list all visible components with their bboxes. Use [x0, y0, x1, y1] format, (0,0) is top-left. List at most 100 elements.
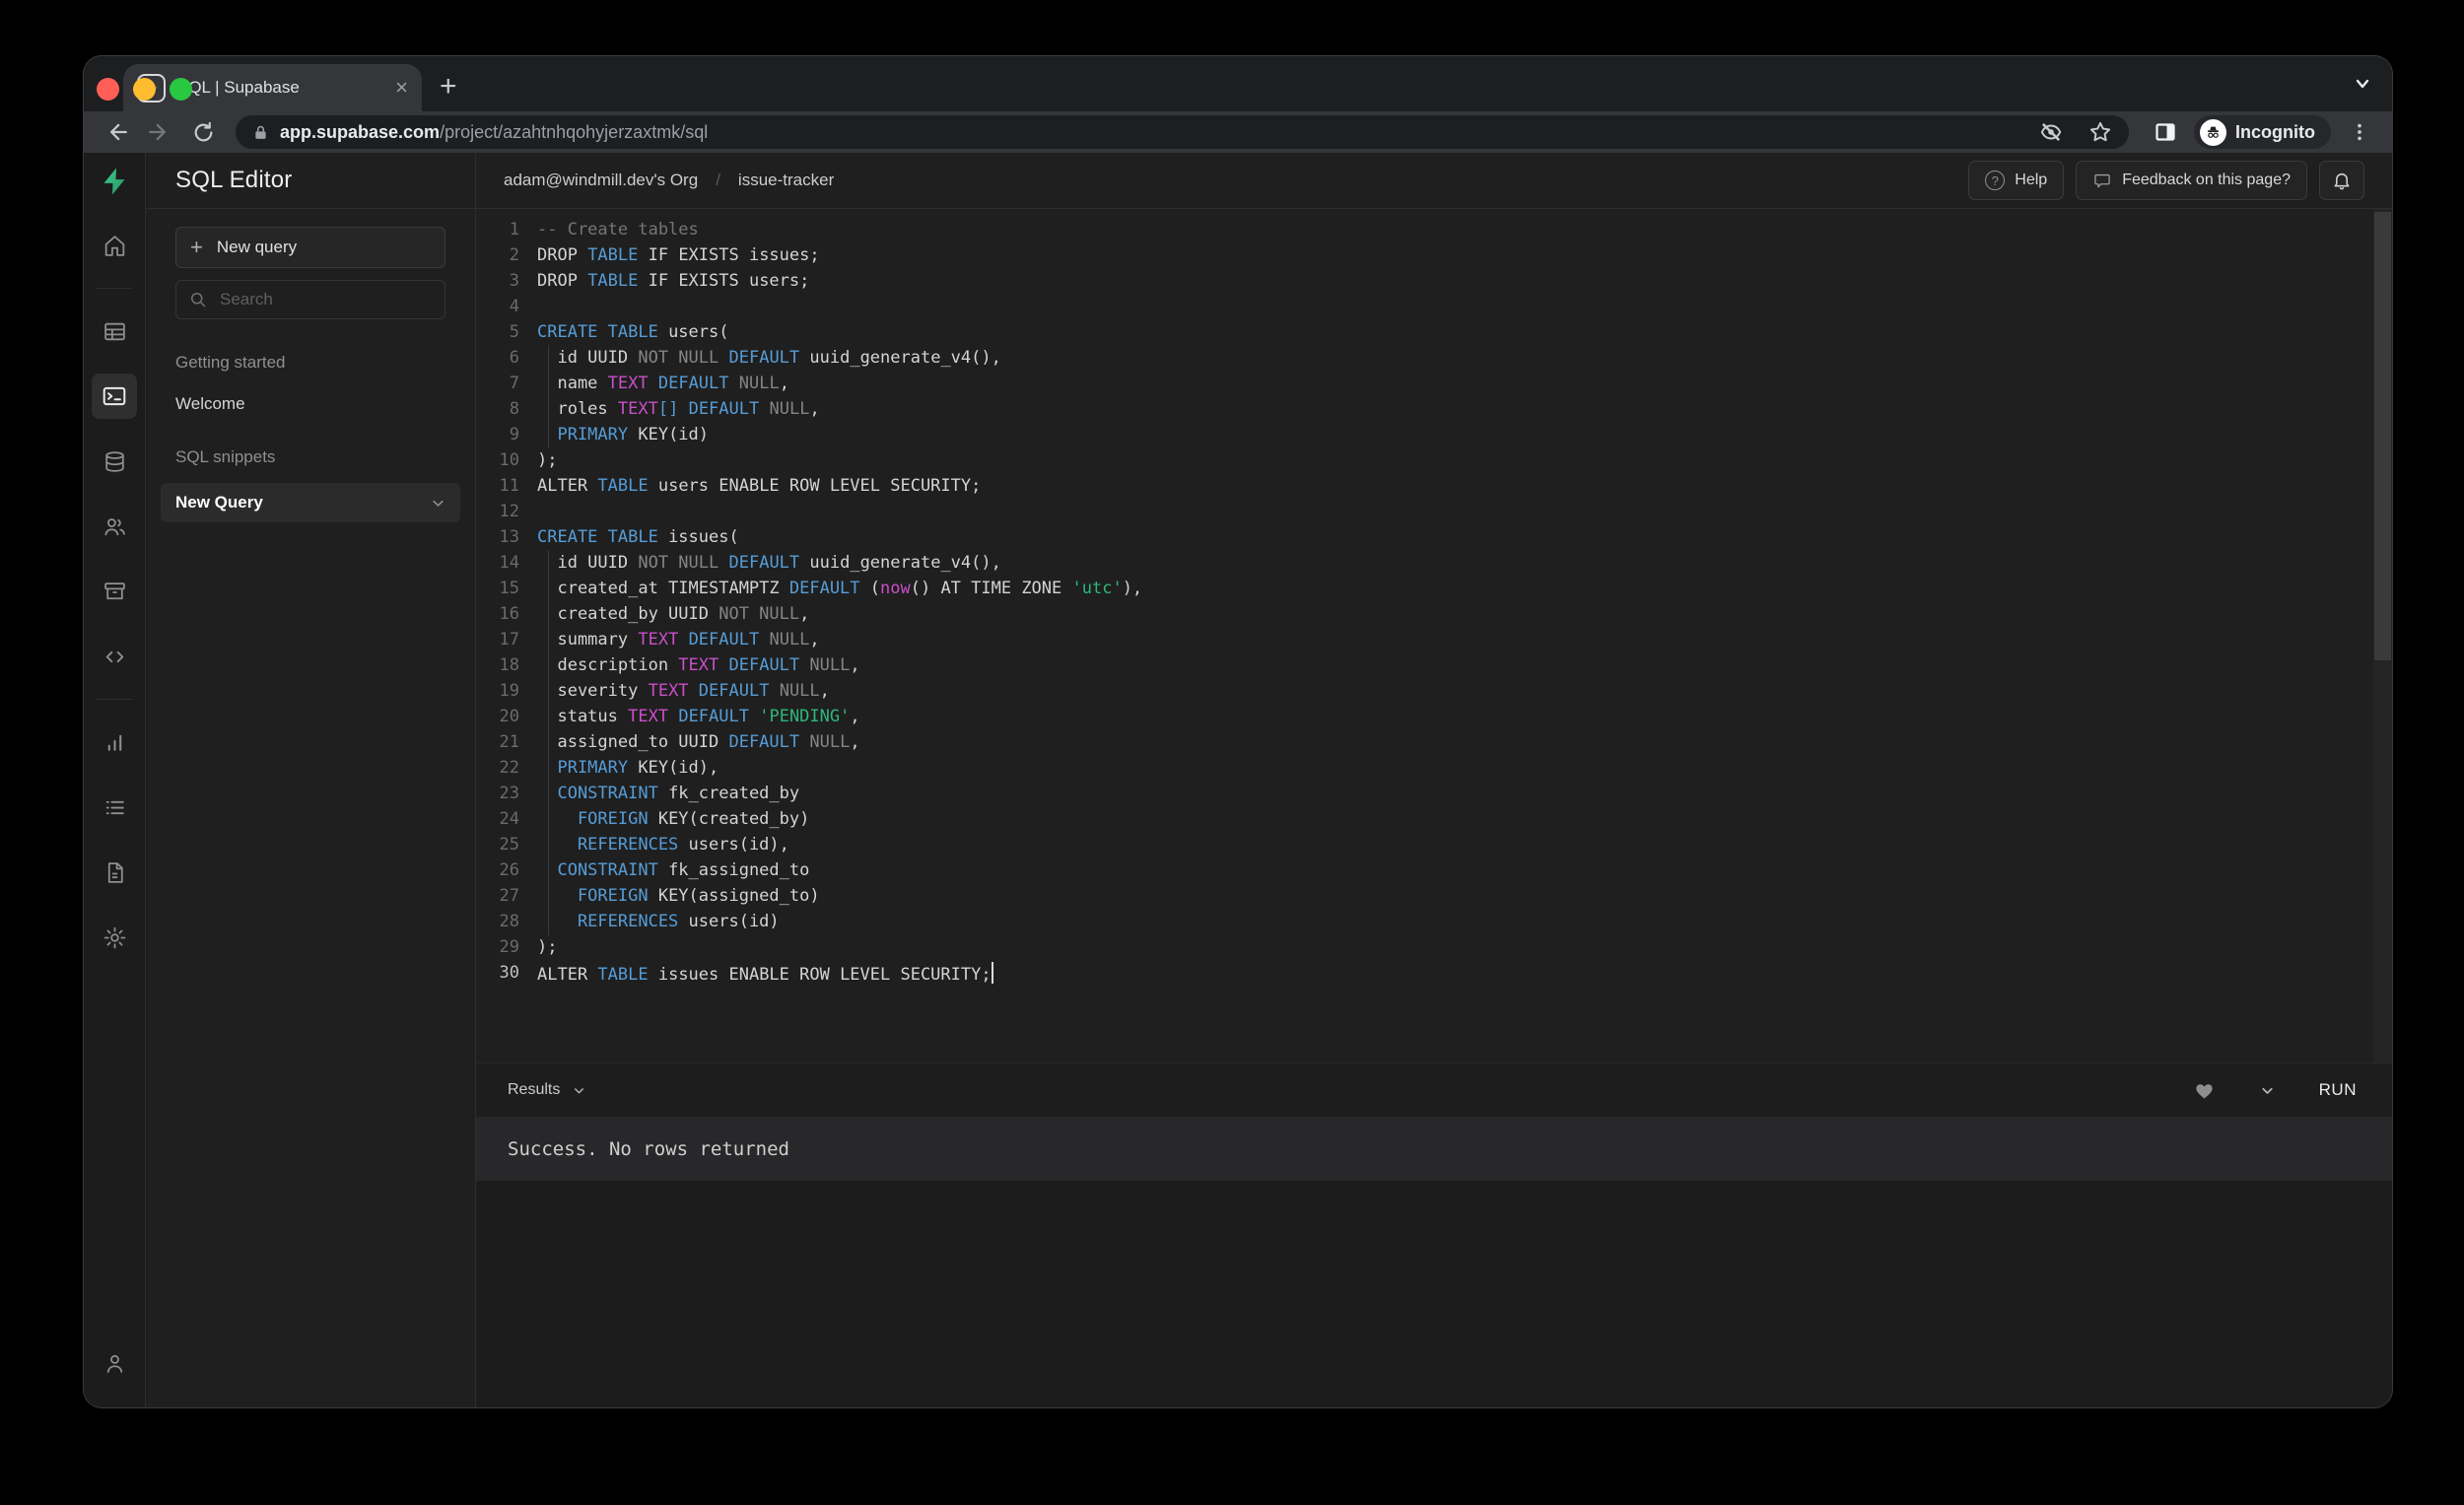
- url-text: app.supabase.com/project/azahtnhqohyjerz…: [280, 122, 708, 143]
- supabase-logo[interactable]: [84, 153, 145, 209]
- code-line[interactable]: 8 roles TEXT[] DEFAULT NULL,: [476, 396, 2392, 422]
- code-line[interactable]: 26 CONSTRAINT fk_assigned_to: [476, 857, 2392, 883]
- address-bar[interactable]: app.supabase.com/project/azahtnhqohyjerz…: [236, 115, 2129, 149]
- tab-search-chevron-icon[interactable]: [2353, 76, 2372, 92]
- side-panel-icon[interactable]: [2147, 113, 2184, 151]
- line-number: 3: [476, 271, 519, 291]
- line-number: 24: [476, 809, 519, 829]
- code-line[interactable]: 4: [476, 294, 2392, 319]
- forward-button[interactable]: [141, 113, 178, 151]
- storage-icon[interactable]: [92, 569, 137, 614]
- auth-users-icon[interactable]: [92, 504, 137, 549]
- code-line[interactable]: 15 created_at TIMESTAMPTZ DEFAULT (now()…: [476, 576, 2392, 601]
- code-line[interactable]: 1-- Create tables: [476, 217, 2392, 242]
- help-button[interactable]: ? Help: [1968, 161, 2064, 200]
- line-content: summary TEXT DEFAULT NULL,: [537, 630, 820, 650]
- code-line[interactable]: 29);: [476, 934, 2392, 960]
- editor-scrollbar[interactable]: [2373, 209, 2392, 1062]
- breadcrumb-org[interactable]: adam@windmill.dev's Org: [504, 171, 698, 190]
- code-line[interactable]: 27 FOREIGN KEY(assigned_to): [476, 883, 2392, 909]
- code-line[interactable]: 18 description TEXT DEFAULT NULL,: [476, 652, 2392, 678]
- search-box[interactable]: [175, 280, 445, 319]
- new-tab-button[interactable]: +: [440, 70, 457, 103]
- settings-gear-icon[interactable]: [92, 915, 137, 960]
- code-line[interactable]: 11ALTER TABLE users ENABLE ROW LEVEL SEC…: [476, 473, 2392, 499]
- line-content: ALTER TABLE users ENABLE ROW LEVEL SECUR…: [537, 476, 981, 496]
- eye-off-icon[interactable]: [2038, 119, 2064, 145]
- section-label-sql-snippets: SQL snippets: [175, 447, 445, 467]
- line-number: 21: [476, 732, 519, 752]
- notifications-button[interactable]: [2319, 161, 2364, 200]
- chevron-down-icon: [572, 1083, 586, 1098]
- minimize-window-button[interactable]: [133, 78, 156, 101]
- search-input[interactable]: [220, 290, 417, 309]
- code-line[interactable]: 25 REFERENCES users(id),: [476, 832, 2392, 857]
- code-line[interactable]: 24 FOREIGN KEY(created_by): [476, 806, 2392, 832]
- code-line[interactable]: 13CREATE TABLE issues(: [476, 524, 2392, 550]
- sql-editor-icon[interactable]: [92, 374, 137, 419]
- tab-close-icon[interactable]: ×: [395, 77, 408, 99]
- line-content: PRIMARY KEY(id),: [537, 758, 719, 778]
- close-window-button[interactable]: [97, 78, 119, 101]
- home-icon[interactable]: [92, 223, 137, 268]
- docs-icon[interactable]: [92, 850, 137, 895]
- feedback-button[interactable]: Feedback on this page?: [2076, 161, 2307, 200]
- sidebar-item-welcome[interactable]: Welcome: [175, 394, 445, 414]
- line-content: -- Create tables: [537, 220, 699, 239]
- account-icon[interactable]: [92, 1340, 137, 1386]
- code-line[interactable]: 19 severity TEXT DEFAULT NULL,: [476, 678, 2392, 704]
- database-icon[interactable]: [92, 439, 137, 484]
- incognito-label: Incognito: [2235, 122, 2315, 143]
- code-line[interactable]: 17 summary TEXT DEFAULT NULL,: [476, 627, 2392, 652]
- code-line[interactable]: 16 created_by UUID NOT NULL,: [476, 601, 2392, 627]
- line-number: 20: [476, 707, 519, 726]
- code-line[interactable]: 6 id UUID NOT NULL DEFAULT uuid_generate…: [476, 345, 2392, 371]
- line-number: 8: [476, 399, 519, 419]
- line-content: FOREIGN KEY(assigned_to): [537, 886, 820, 906]
- new-query-button[interactable]: + New query: [175, 227, 445, 268]
- reports-icon[interactable]: [92, 719, 137, 765]
- chevron-down-icon: [430, 495, 446, 512]
- code-line[interactable]: 30ALTER TABLE issues ENABLE ROW LEVEL SE…: [476, 960, 2392, 986]
- code-line[interactable]: 10);: [476, 447, 2392, 473]
- code-line[interactable]: 3DROP TABLE IF EXISTS users;: [476, 268, 2392, 294]
- lock-icon: [251, 122, 270, 143]
- favorite-heart-icon[interactable]: [2193, 1079, 2216, 1102]
- sql-code-editor[interactable]: 1-- Create tables2DROP TABLE IF EXISTS i…: [476, 209, 2392, 1062]
- line-content: REFERENCES users(id): [537, 912, 780, 931]
- code-line[interactable]: 9 PRIMARY KEY(id): [476, 422, 2392, 447]
- page-title: SQL Editor: [175, 167, 293, 194]
- sidebar-item-new-query[interactable]: New Query: [161, 483, 460, 522]
- help-icon: ?: [1985, 171, 2005, 190]
- line-number: 27: [476, 886, 519, 906]
- table-editor-icon[interactable]: [92, 308, 137, 354]
- bell-icon: [2331, 170, 2353, 191]
- zoom-window-button[interactable]: [170, 78, 192, 101]
- code-line[interactable]: 7 name TEXT DEFAULT NULL,: [476, 371, 2392, 396]
- line-number: 13: [476, 527, 519, 547]
- bookmark-star-icon[interactable]: [2088, 119, 2113, 145]
- code-line[interactable]: 12: [476, 499, 2392, 524]
- code-line[interactable]: 23 CONSTRAINT fk_created_by: [476, 781, 2392, 806]
- code-line[interactable]: 22 PRIMARY KEY(id),: [476, 755, 2392, 781]
- code-line[interactable]: 2DROP TABLE IF EXISTS issues;: [476, 242, 2392, 268]
- logs-icon[interactable]: [92, 785, 137, 830]
- code-line[interactable]: 5CREATE TABLE users(: [476, 319, 2392, 345]
- editor-scrollbar-thumb[interactable]: [2374, 212, 2391, 660]
- code-line[interactable]: 21 assigned_to UUID DEFAULT NULL,: [476, 729, 2392, 755]
- breadcrumb-project[interactable]: issue-tracker: [738, 171, 834, 190]
- run-button[interactable]: RUN: [2319, 1080, 2357, 1100]
- reload-button[interactable]: [184, 113, 222, 151]
- window-controls: [97, 78, 192, 101]
- line-number: 16: [476, 604, 519, 624]
- browser-menu-kebab-icon[interactable]: [2341, 113, 2378, 151]
- results-dropdown[interactable]: Results: [508, 1081, 586, 1099]
- code-line[interactable]: 28 REFERENCES users(id): [476, 909, 2392, 934]
- code-line[interactable]: 20 status TEXT DEFAULT 'PENDING',: [476, 704, 2392, 729]
- code-line[interactable]: 14 id UUID NOT NULL DEFAULT uuid_generat…: [476, 550, 2392, 576]
- run-options-chevron-icon[interactable]: [2259, 1082, 2276, 1099]
- tab-title: SQL | Supabase: [177, 78, 383, 98]
- edge-functions-icon[interactable]: [92, 634, 137, 679]
- back-button[interactable]: [98, 113, 135, 151]
- line-content: REFERENCES users(id),: [537, 835, 789, 855]
